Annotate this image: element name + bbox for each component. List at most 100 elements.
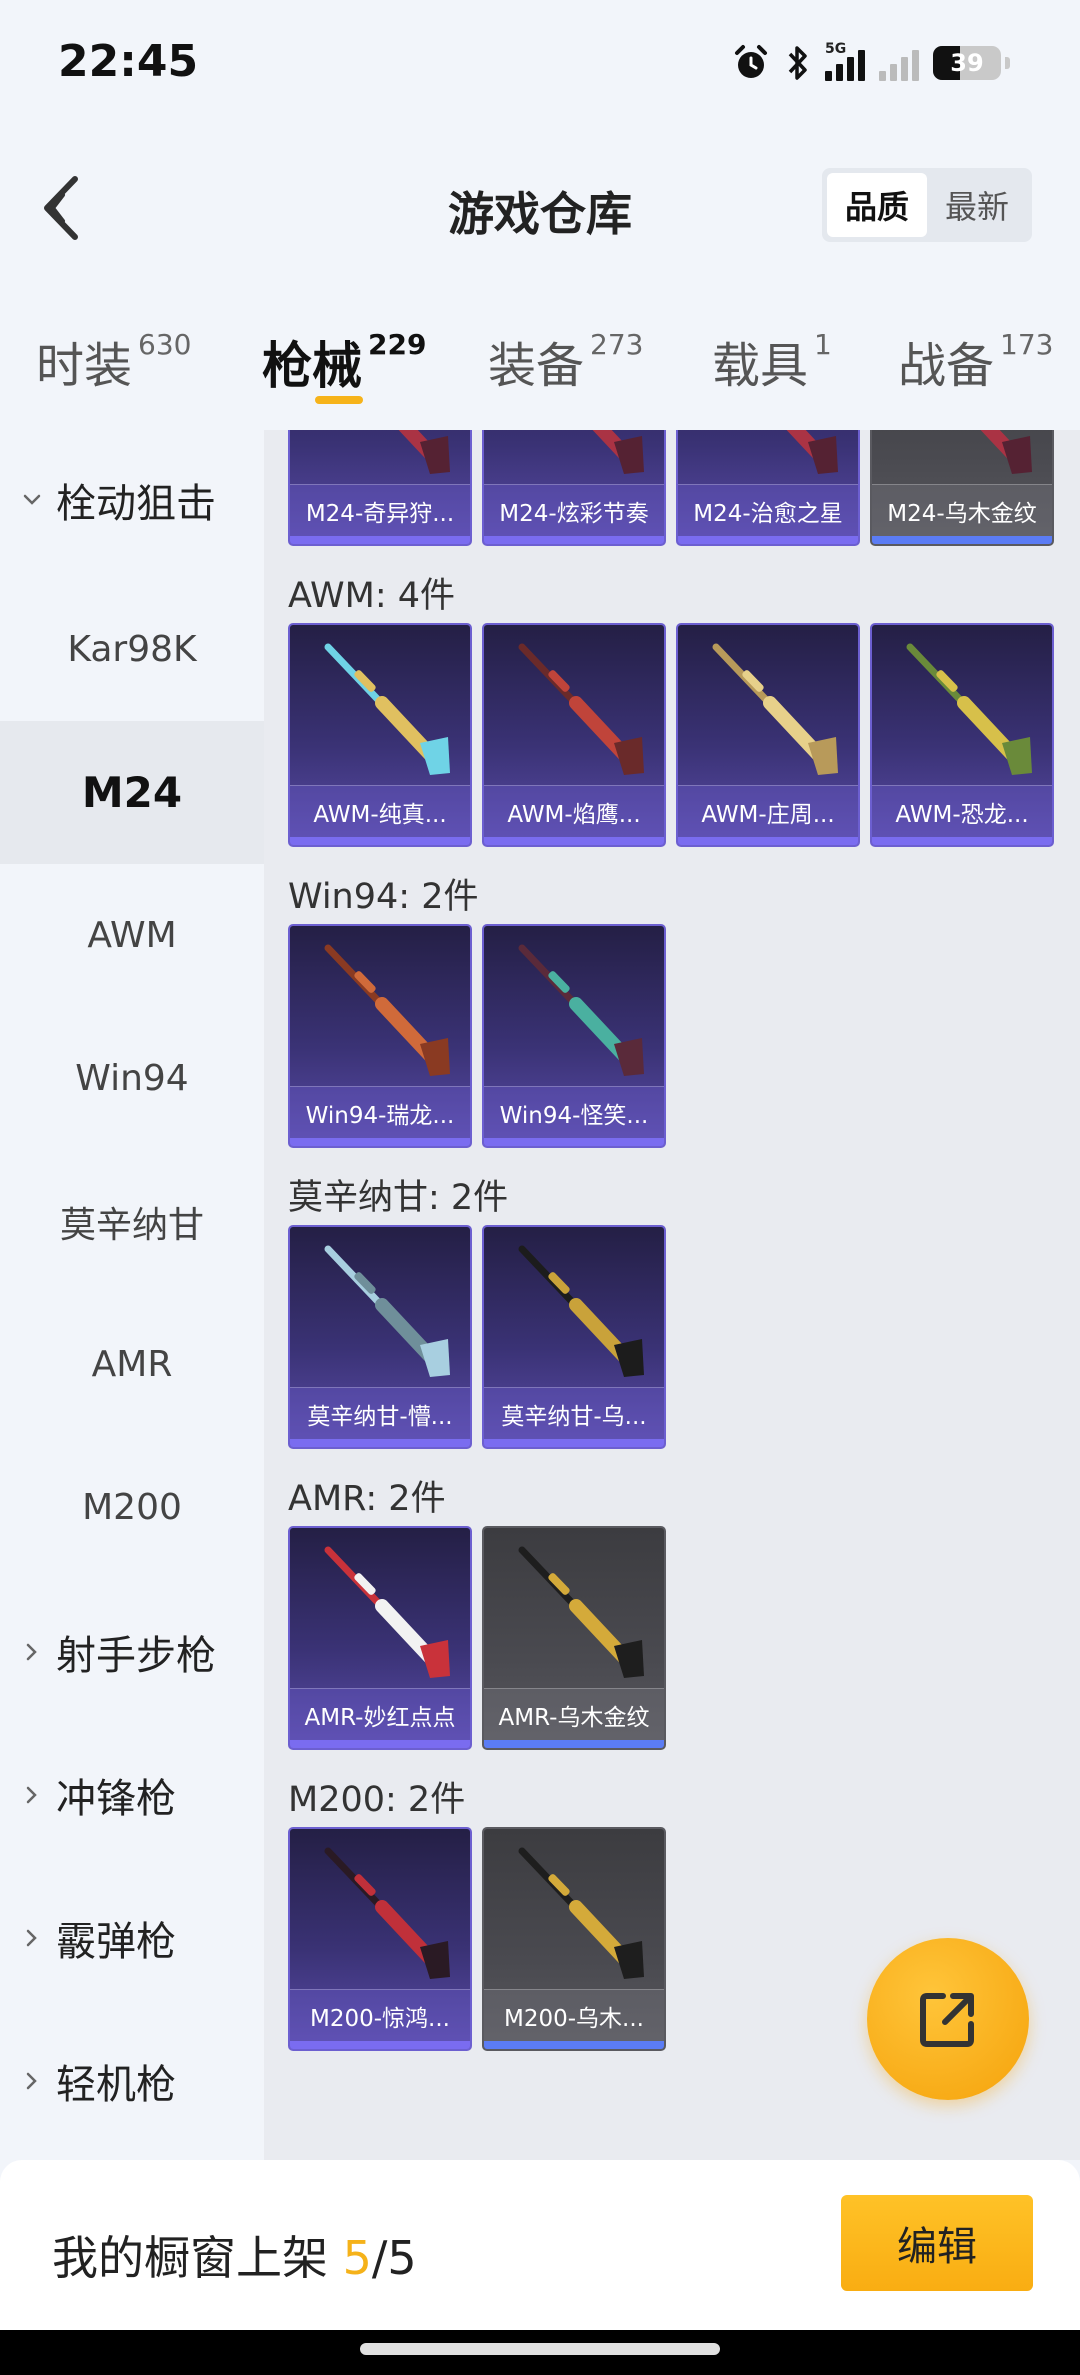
tab-label: 载具 <box>712 338 809 394</box>
sidebar-item-mosin[interactable]: 莫辛纳甘 <box>0 1150 264 1293</box>
tab-equipment[interactable]: 装备 273 <box>488 326 643 396</box>
quality-bar <box>484 1740 664 1748</box>
quality-bar <box>678 536 858 544</box>
sidebar-item-m200[interactable]: M200 <box>0 1436 264 1579</box>
tab-count: 1 <box>814 328 832 361</box>
sidebar-group-marksman[interactable]: 射手步枪 <box>0 1580 264 1723</box>
tab-count: 229 <box>368 328 427 361</box>
weapon-card[interactable]: AWM-纯真... <box>288 623 472 847</box>
weapon-list[interactable]: M24-奇异狩... M24-炫彩节奏 M24-治愈之星 M24-乌木金纹 AWM: 4… <box>264 430 1080 2160</box>
weapon-card[interactable]: 莫辛纳甘-懵... <box>288 1225 472 1449</box>
chevron-right-icon <box>26 1643 37 1660</box>
quality-bar <box>290 837 470 845</box>
weapon-card[interactable]: M24-治愈之星 <box>676 430 860 546</box>
sidebar-group-smg[interactable]: 冲锋枪 <box>0 1723 264 1866</box>
quality-bar <box>290 1439 470 1447</box>
sidebar-group-label: 栓动狙击 <box>56 480 216 527</box>
sidebar-group-label: 射手步枪 <box>56 1632 216 1679</box>
tab-supplies[interactable]: 战备 173 <box>898 326 1053 396</box>
weapon-card[interactable]: M200-惊鸿... <box>288 1827 472 2051</box>
weapon-card[interactable]: AWM-庄周... <box>676 623 860 847</box>
weapon-card[interactable]: AMR-乌木金纹 <box>482 1526 666 1750</box>
sidebar-item-amr[interactable]: AMR <box>0 1293 264 1436</box>
sidebar-group-bolt-action[interactable]: 栓动狙击 <box>0 430 264 571</box>
sidebar: 栓动狙击 Kar98K M24 AWM Win94 莫辛纳甘 AMR M200 … <box>0 430 264 2160</box>
weapon-card[interactable]: M200-乌木... <box>482 1827 666 2051</box>
status-icons: 5G 39 <box>731 40 1010 86</box>
tab-vehicles[interactable]: 载具 1 <box>712 326 832 396</box>
rifle-image <box>518 1847 644 1979</box>
chevron-down-icon <box>23 494 41 505</box>
sort-newest-option[interactable]: 最新 <box>927 173 1027 237</box>
share-external-icon <box>920 1993 974 2047</box>
sort-toggle: 品质 最新 <box>822 168 1032 242</box>
weapon-card[interactable]: 莫辛纳甘-乌... <box>482 1225 666 1449</box>
weapon-card-label: M24-炫彩节奏 <box>484 484 664 536</box>
weapon-card-label: M24-治愈之星 <box>678 484 858 536</box>
weapon-card-label: AWM-纯真... <box>290 785 470 837</box>
weapon-card-label: AMR-乌木金纹 <box>484 1688 664 1740</box>
weapon-card[interactable]: M24-炫彩节奏 <box>482 430 666 546</box>
rifle-image <box>592 430 644 474</box>
sidebar-group-label: 轻机枪 <box>56 2061 176 2108</box>
section-title: 莫辛纳甘: 2件 <box>288 1178 509 1218</box>
sidebar-item-win94[interactable]: Win94 <box>0 1007 264 1150</box>
weapon-card[interactable]: M24-乌木金纹 <box>870 430 1054 546</box>
sidebar-group-label: 冲锋枪 <box>56 1775 176 1822</box>
tab-count: 173 <box>1000 328 1054 361</box>
weapon-card-label: Win94-瑞龙... <box>290 1086 470 1138</box>
sidebar-group-lmg[interactable]: 轻机枪 <box>0 2009 264 2152</box>
weapon-card-label: AWM-焰鹰... <box>484 785 664 837</box>
weapon-card[interactable]: AWM-恐龙... <box>870 623 1054 847</box>
tab-count: 273 <box>590 328 644 361</box>
header: 游戏仓库 品质 最新 <box>0 130 1080 280</box>
battery-icon: 39 <box>933 46 1001 80</box>
weapon-card[interactable]: AMR-妙红点点 <box>288 1526 472 1750</box>
share-fab-button[interactable] <box>867 1938 1029 2100</box>
shelf-label: 我的橱窗上架 <box>52 2231 328 2285</box>
quality-bar <box>290 2041 470 2049</box>
alarm-icon <box>735 45 767 78</box>
sidebar-item-awm[interactable]: AWM <box>0 864 264 1007</box>
sidebar-item-kar98k[interactable]: Kar98K <box>0 578 264 721</box>
tab-fashion[interactable]: 时装 630 <box>36 326 191 396</box>
rifle-image <box>518 944 644 1076</box>
sidebar-group-shotgun[interactable]: 霰弹枪 <box>0 1866 264 2009</box>
tab-label: 时装 <box>36 338 133 394</box>
weapon-card-label: M24-奇异狩... <box>290 484 470 536</box>
weapon-card[interactable]: AWM-焰鹰... <box>482 623 666 847</box>
quality-bar <box>678 837 858 845</box>
battery-percent: 39 <box>950 49 984 77</box>
weapon-card-label: 莫辛纳甘-乌... <box>484 1387 664 1439</box>
rifle-image <box>712 643 838 775</box>
rifle-image <box>786 430 838 474</box>
quality-bar <box>484 1138 664 1146</box>
network-type-label: 5G <box>825 41 847 57</box>
tab-firearms[interactable]: 枪械 229 <box>262 326 426 398</box>
rifle-image <box>518 1245 644 1377</box>
section-title: Win94: 2件 <box>288 877 479 917</box>
signal-secondary-icon <box>879 45 919 81</box>
weapon-card[interactable]: Win94-瑞龙... <box>288 924 472 1148</box>
rifle-image <box>518 1546 644 1678</box>
weapon-card[interactable]: Win94-怪笑... <box>482 924 666 1148</box>
tab-label: 战备 <box>898 338 995 394</box>
weapon-card-label: M200-乌木... <box>484 1989 664 2041</box>
chevron-right-icon <box>26 1929 37 1946</box>
rifle-image <box>906 643 1032 775</box>
category-tabs: 时装 630 枪械 229 装备 273 载具 1 战备 173 <box>0 320 1080 430</box>
quality-bar <box>484 1439 664 1447</box>
home-indicator[interactable] <box>360 2343 720 2355</box>
weapon-card-label: M24-乌木金纹 <box>872 484 1052 536</box>
status-time: 22:45 <box>58 36 199 87</box>
weapon-card[interactable]: M24-奇异狩... <box>288 430 472 546</box>
edit-button[interactable]: 编辑 <box>841 2195 1033 2291</box>
tab-count: 630 <box>138 328 192 361</box>
sidebar-item-m24[interactable]: M24 <box>0 721 264 864</box>
quality-bar <box>484 536 664 544</box>
rifle-image <box>324 1546 450 1678</box>
quality-bar <box>290 1138 470 1146</box>
back-button[interactable] <box>30 168 90 248</box>
weapon-card-label: 莫辛纳甘-懵... <box>290 1387 470 1439</box>
sort-quality-option[interactable]: 品质 <box>827 173 927 237</box>
